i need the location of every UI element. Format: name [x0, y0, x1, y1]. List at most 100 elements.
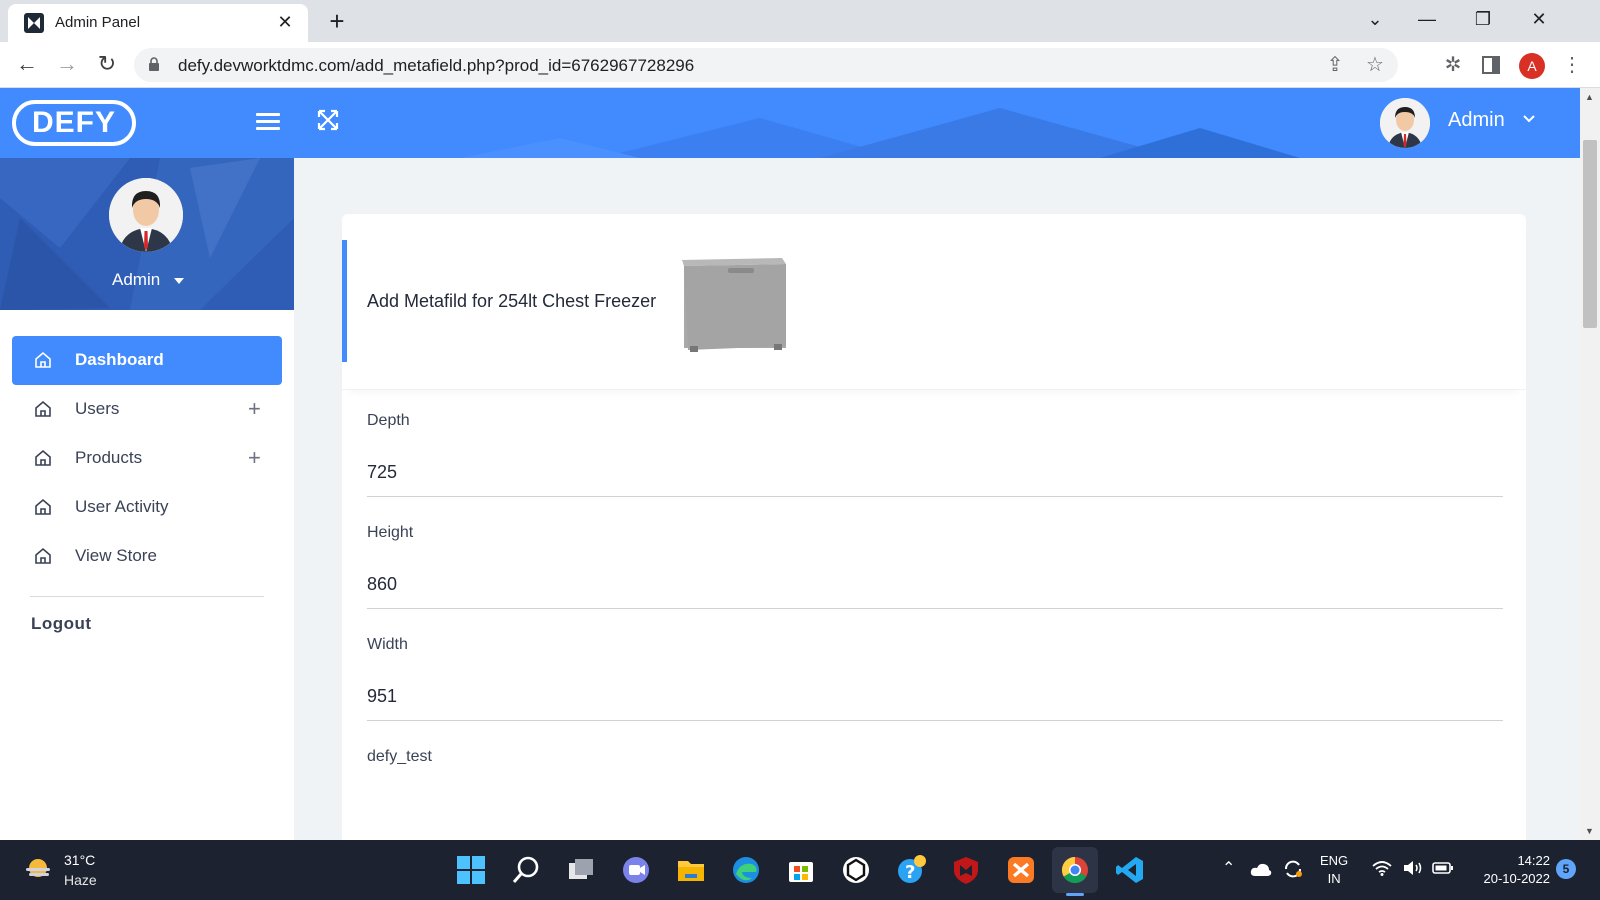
defy-logo[interactable]: DEFY	[12, 100, 136, 146]
lock-icon	[149, 57, 159, 71]
back-button[interactable]: ←	[13, 52, 41, 76]
side-panel-icon[interactable]	[1482, 56, 1500, 74]
sync-icon[interactable]	[1282, 858, 1304, 880]
show-hidden-icons-icon[interactable]: ⌃	[1222, 858, 1235, 878]
clock-time: 14:22	[1517, 853, 1550, 868]
windows-start-icon[interactable]	[455, 854, 487, 886]
address-bar[interactable]: defy.devworktdmc.com/add_metafield.php?p…	[134, 48, 1398, 82]
browser-toolbar: ← → ↻ defy.devworktdmc.com/add_metafield…	[0, 42, 1600, 88]
vscode-icon[interactable]	[1114, 854, 1146, 886]
bookmark-star-icon[interactable]: ☆	[1362, 53, 1388, 77]
mcafee-icon[interactable]	[950, 854, 982, 886]
logout-link[interactable]: Logout	[31, 614, 92, 634]
input-underline	[367, 496, 1503, 497]
field-width: Width 951	[367, 636, 1503, 721]
metafield-card: Add Metafild for 254lt Chest Freezer Dep…	[342, 214, 1526, 854]
svg-text:?: ?	[905, 862, 915, 883]
edge-browser-icon[interactable]	[730, 854, 762, 886]
task-view-icon[interactable]	[565, 854, 597, 886]
search-icon[interactable]	[510, 854, 542, 886]
new-tab-button[interactable]: +	[324, 6, 350, 36]
depth-input[interactable]: 725	[367, 462, 397, 483]
sidebar-item-label: User Activity	[75, 497, 169, 516]
product-image	[682, 258, 786, 352]
sidebar-avatar[interactable]	[109, 178, 183, 252]
sidebar-divider	[30, 596, 264, 597]
restore-button[interactable]: ❐	[1468, 8, 1498, 30]
system-clock[interactable]: 14:22 20-10-2022	[1470, 852, 1551, 888]
weather-haze-icon[interactable]	[24, 857, 52, 879]
sidebar-item-user-activity[interactable]: User Activity	[12, 483, 282, 532]
scroll-thumb[interactable]	[1583, 140, 1597, 328]
sidebar-item-label: Dashboard	[75, 350, 164, 369]
chevron-down-icon[interactable]	[1522, 112, 1536, 126]
tab-search-icon[interactable]: ⌄	[1360, 8, 1390, 30]
menu-toggle-icon[interactable]	[256, 110, 280, 134]
chrome-icon[interactable]	[1059, 854, 1091, 886]
header-avatar[interactable]	[1380, 98, 1430, 148]
sidebar-item-label: Products	[75, 448, 143, 467]
width-input[interactable]: 951	[367, 686, 397, 707]
sidebar-item-products[interactable]: Products +	[12, 434, 282, 483]
browser-menu-icon[interactable]: ⋮	[1559, 53, 1585, 77]
sidebar-item-label: Users	[75, 399, 120, 418]
forward-button[interactable]: →	[53, 52, 81, 76]
onedrive-cloud-icon[interactable]	[1250, 862, 1272, 876]
main-content: Add Metafild for 254lt Chest Freezer Dep…	[294, 158, 1580, 854]
header-accent-bar	[342, 240, 347, 362]
chatgpt-app-icon[interactable]	[840, 854, 872, 886]
battery-icon[interactable]	[1432, 861, 1454, 875]
tab-close-icon[interactable]: ✕	[274, 10, 296, 34]
page-scrollbar[interactable]: ▲ ▼	[1580, 88, 1600, 840]
xampp-icon[interactable]	[1005, 854, 1037, 886]
extensions-icon[interactable]: ✲	[1440, 53, 1466, 77]
sidebar-item-users[interactable]: Users +	[12, 385, 282, 434]
minimize-button[interactable]: —	[1412, 8, 1442, 30]
teams-chat-icon[interactable]	[620, 854, 652, 886]
height-input[interactable]: 860	[367, 574, 397, 595]
scroll-down-icon[interactable]: ▼	[1585, 826, 1594, 836]
field-height: Height 860	[367, 524, 1503, 609]
home-icon	[35, 351, 51, 368]
weather-temperature[interactable]: 31°C	[64, 852, 95, 868]
weather-condition[interactable]: Haze	[64, 872, 97, 888]
tab-title: Admin Panel	[55, 14, 141, 31]
sidebar-profile: Admin	[0, 158, 294, 310]
input-underline	[367, 720, 1503, 721]
url-text[interactable]: defy.devworktdmc.com/add_metafield.php?p…	[178, 56, 694, 76]
volume-icon[interactable]	[1402, 860, 1424, 876]
language-code: ENG	[1320, 853, 1349, 868]
reload-button[interactable]: ↻	[93, 52, 121, 76]
get-help-icon[interactable]: ?	[895, 854, 927, 886]
expand-plus-icon[interactable]: +	[248, 446, 261, 470]
field-depth: Depth 725	[367, 412, 1503, 497]
sidebar-item-dashboard[interactable]: Dashboard	[12, 336, 282, 385]
field-label: Width	[367, 636, 408, 653]
microsoft-store-icon[interactable]	[785, 854, 817, 886]
scroll-up-icon[interactable]: ▲	[1585, 92, 1594, 102]
share-icon[interactable]: ⇪	[1322, 53, 1348, 77]
clock-date: 20-10-2022	[1483, 871, 1551, 886]
caret-down-icon[interactable]	[174, 278, 184, 284]
page-title: Add Metafild for 254lt Chest Freezer	[367, 291, 657, 311]
language-indicator[interactable]: ENG IN	[1320, 852, 1348, 888]
file-explorer-icon[interactable]	[675, 854, 707, 886]
browser-tab[interactable]: Admin Panel ✕	[8, 4, 308, 42]
header-user-name[interactable]: Admin	[1448, 109, 1505, 132]
profile-avatar[interactable]: A	[1519, 53, 1545, 79]
header-pattern	[460, 108, 1300, 158]
notification-badge[interactable]: 5	[1556, 859, 1576, 879]
card-header: Add Metafild for 254lt Chest Freezer	[342, 214, 1526, 390]
wifi-icon[interactable]	[1372, 860, 1392, 876]
site-favicon-icon	[24, 13, 44, 33]
home-icon	[35, 498, 51, 515]
close-window-button[interactable]: ✕	[1524, 8, 1554, 30]
sidebar-item-view-store[interactable]: View Store	[12, 532, 282, 581]
fullscreen-icon[interactable]	[316, 108, 340, 132]
active-app-indicator	[1066, 893, 1084, 896]
sidebar-user-name[interactable]: Admin	[112, 270, 160, 290]
home-icon	[35, 400, 51, 417]
field-label: Depth	[367, 412, 410, 429]
sidebar: Admin Dashboard Users + Products + User …	[0, 158, 294, 840]
expand-plus-icon[interactable]: +	[248, 397, 261, 421]
